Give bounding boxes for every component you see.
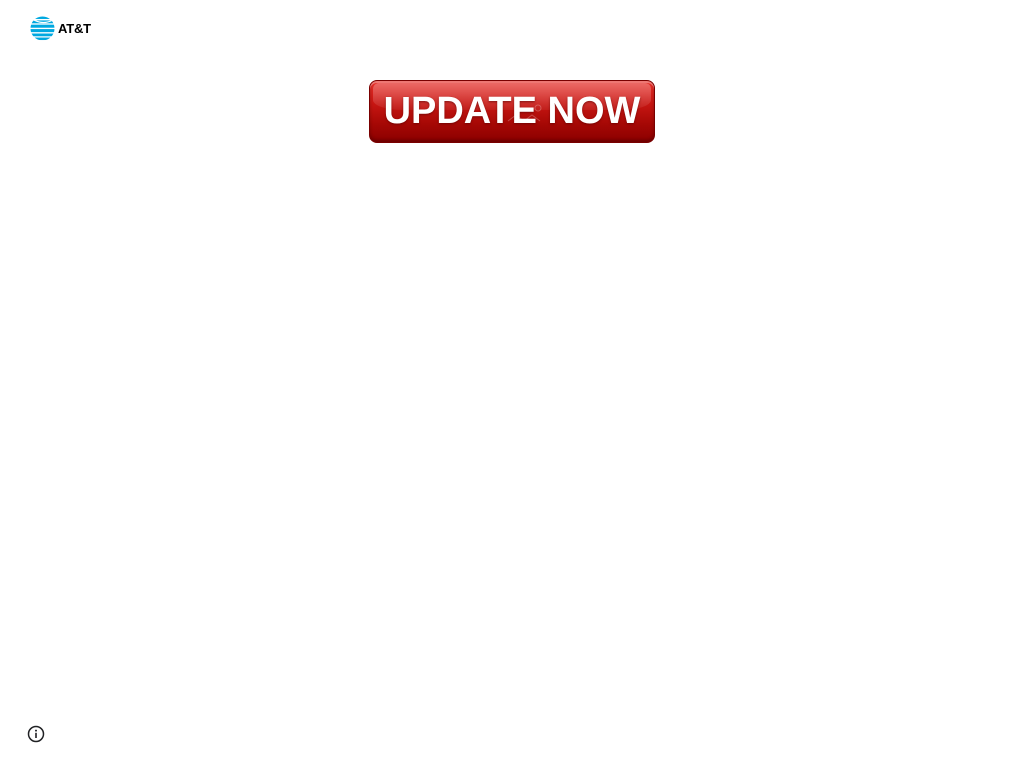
update-now-button[interactable]: UPDATE NOW (369, 80, 655, 143)
update-now-label: UPDATE NOW (383, 90, 641, 132)
att-logo[interactable]: AT&T (30, 16, 91, 41)
att-globe-icon (30, 16, 55, 41)
logo-text: AT&T (58, 21, 91, 36)
info-icon[interactable] (27, 725, 45, 743)
